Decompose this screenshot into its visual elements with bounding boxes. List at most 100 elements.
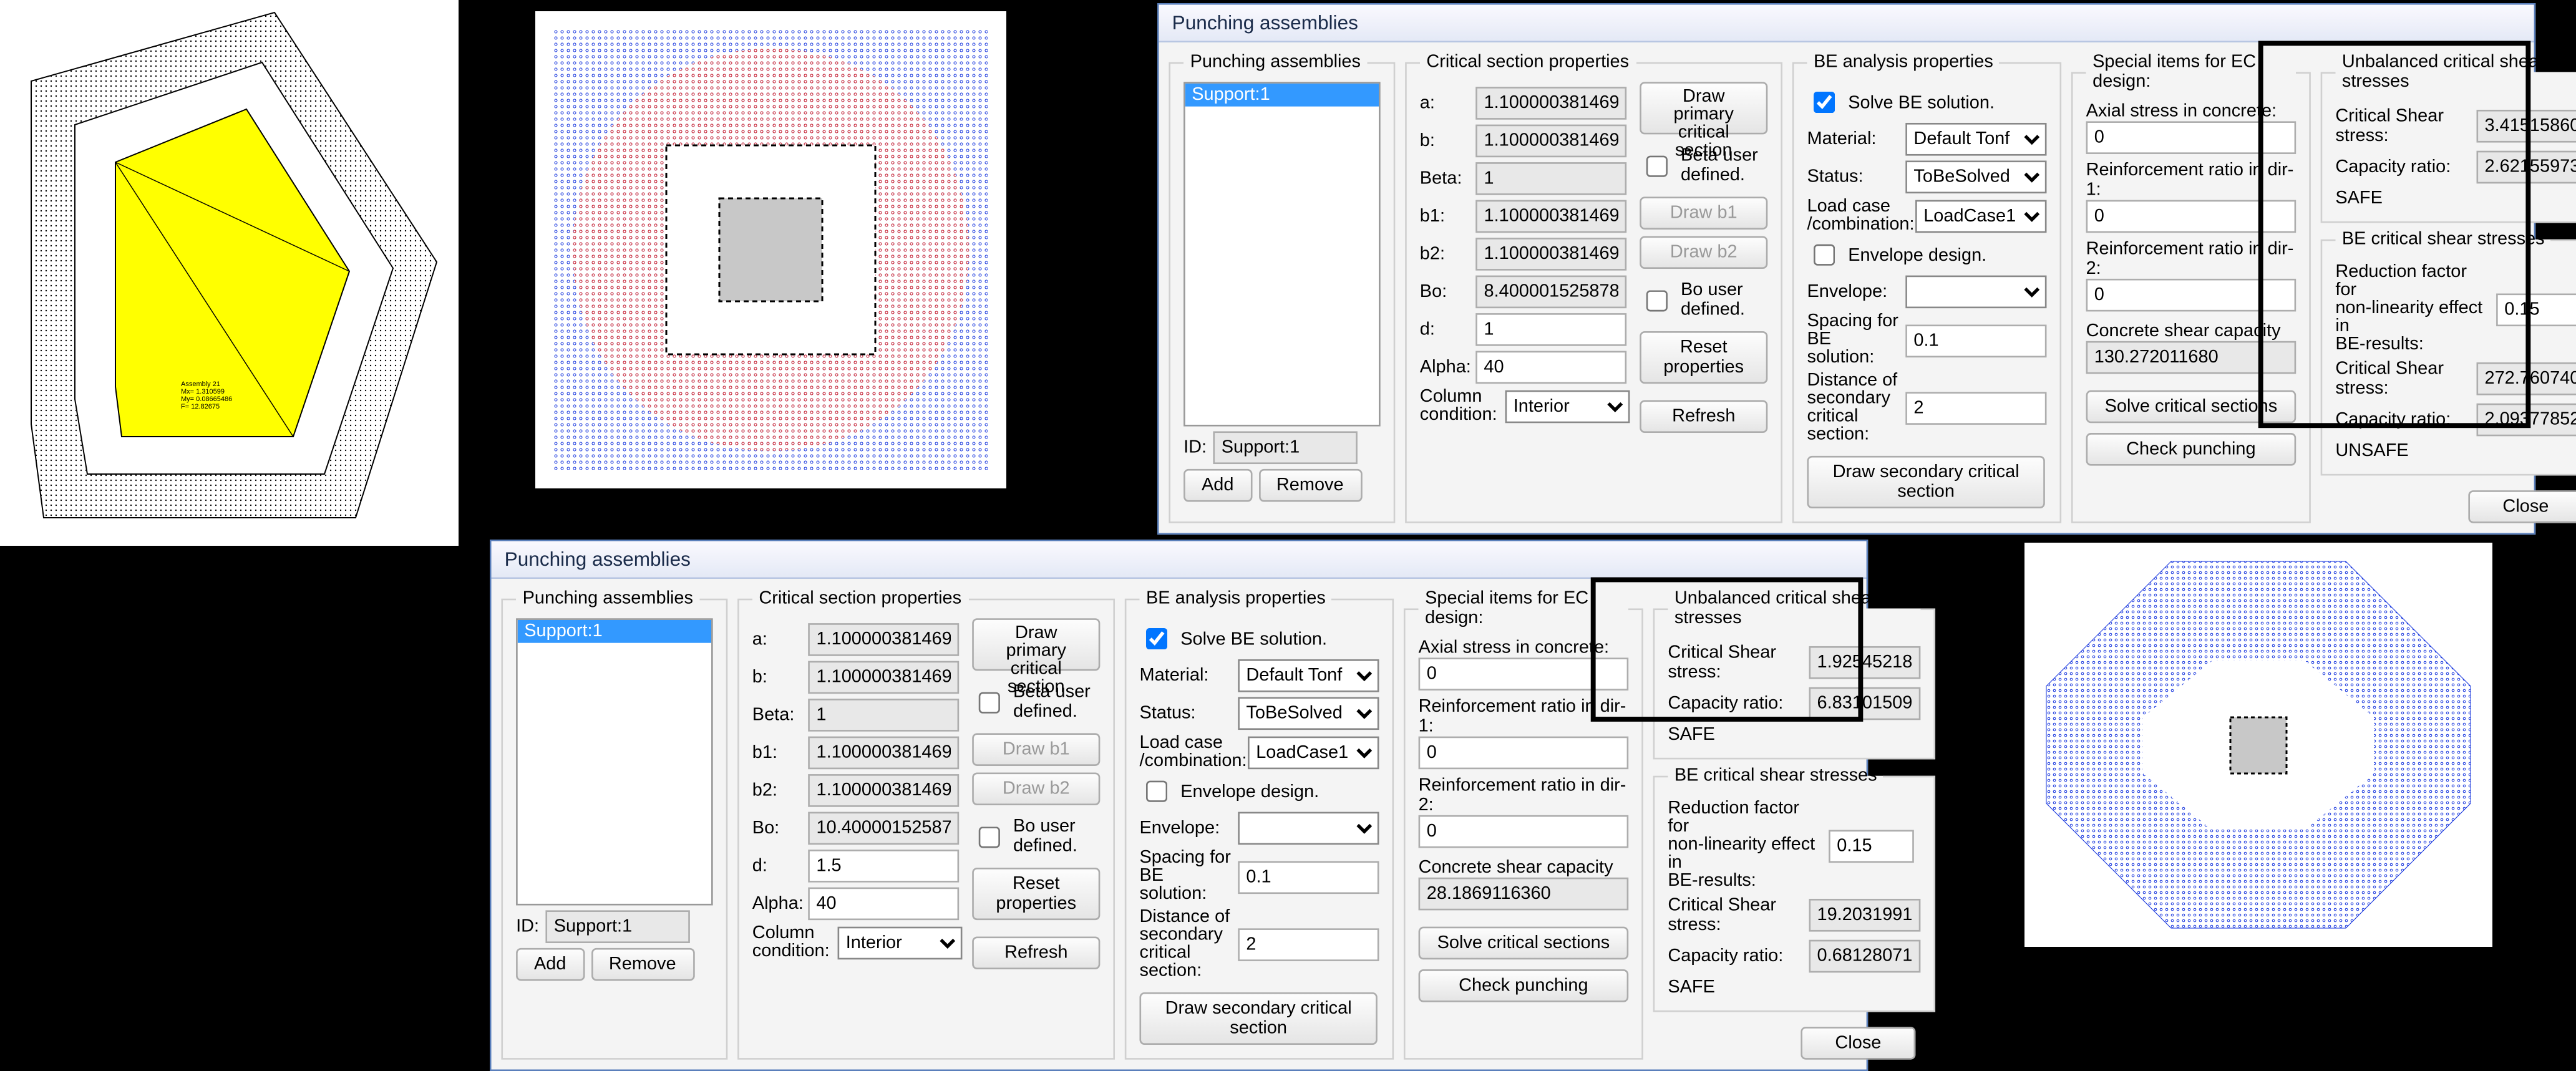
- solve-be-checkbox[interactable]: Solve BE solution.: [1139, 623, 1379, 654]
- refresh-button[interactable]: Refresh: [1640, 400, 1767, 433]
- bo-field[interactable]: [808, 812, 959, 845]
- draw-secondary-button[interactable]: Draw secondary critical section: [1807, 456, 2044, 508]
- assembly-item[interactable]: Support:1: [518, 620, 711, 643]
- axial-label: Axial stress in concrete:: [2086, 102, 2277, 122]
- bo-label: Bo:: [752, 818, 802, 838]
- bo-user-defined-checkbox[interactable]: Bo user defined.: [1640, 280, 1767, 319]
- csc-label: Concrete shear capacity: [2086, 321, 2281, 341]
- a-label: a:: [752, 630, 802, 650]
- alpha-field[interactable]: [808, 888, 959, 921]
- dialog-title: Punching assemblies: [492, 541, 1867, 579]
- distance-field[interactable]: [1238, 928, 1379, 961]
- becrit-cap-field: [1809, 940, 1921, 973]
- csc-field: [2086, 341, 2297, 374]
- axial-field[interactable]: [2086, 121, 2297, 154]
- column-condition-label: Column condition:: [1420, 389, 1499, 425]
- bo-field[interactable]: [1475, 276, 1626, 309]
- column-condition-label: Column condition:: [752, 925, 831, 961]
- status-select[interactable]: ToBeSolved: [1238, 697, 1379, 730]
- unsafe-text: UNSAFE: [2335, 441, 2408, 461]
- loadcase-label: Load case/combination:: [1807, 198, 1908, 235]
- refresh-button[interactable]: Refresh: [972, 936, 1100, 969]
- b-field[interactable]: [808, 661, 959, 694]
- beta-field[interactable]: [1475, 162, 1626, 195]
- reinf2-label: Reinforcement ratio in dir-2:: [1419, 776, 1629, 815]
- bo-label: Bo:: [1420, 282, 1469, 302]
- b-field[interactable]: [1475, 125, 1626, 158]
- draw-b2-button: Draw b2: [972, 772, 1100, 805]
- assemblies-listbox[interactable]: Support:1: [516, 618, 713, 905]
- d-field[interactable]: [808, 850, 959, 883]
- beta-user-defined-checkbox[interactable]: Beta user defined.: [1640, 146, 1767, 185]
- distance-field[interactable]: [1905, 392, 2046, 425]
- beta-label: Beta:: [1420, 169, 1469, 189]
- rf-field[interactable]: [1829, 829, 1914, 862]
- loadcase-select[interactable]: LoadCase1: [1248, 737, 1379, 770]
- assembly-polygon-diagram: Assembly 21 Mx= 1.310599 My= 0.08665486 …: [0, 0, 459, 546]
- reinf1-label: Reinforcement ratio in dir-1:: [2086, 160, 2297, 200]
- spacing-field[interactable]: [1238, 860, 1379, 893]
- assembly-item[interactable]: Support:1: [1185, 84, 1379, 107]
- reinf1-field[interactable]: [1419, 737, 1629, 770]
- b2-field[interactable]: [1475, 238, 1626, 271]
- cap-label: Capacity ratio:: [1668, 694, 1802, 714]
- add-button[interactable]: Add: [1184, 469, 1252, 502]
- reset-properties-button[interactable]: Reset properties: [972, 868, 1100, 920]
- add-button[interactable]: Add: [516, 948, 584, 981]
- rf-field[interactable]: [2496, 293, 2576, 326]
- spacing-field[interactable]: [1905, 324, 2046, 357]
- draw-primary-button[interactable]: Draw primary critical section: [1640, 82, 1767, 134]
- safe-text: SAFE: [1668, 725, 1715, 745]
- axial-field[interactable]: [1419, 657, 1629, 691]
- material-select[interactable]: Default Tonf: [1238, 659, 1379, 692]
- envelope-select[interactable]: [1238, 812, 1379, 845]
- distance-label: Distance ofsecondarycritical section:: [1807, 372, 1898, 445]
- remove-button[interactable]: Remove: [1258, 469, 1362, 502]
- reinf2-field[interactable]: [1419, 815, 1629, 848]
- b2-field[interactable]: [808, 774, 959, 807]
- solve-critical-button[interactable]: Solve critical sections: [2086, 390, 2297, 424]
- envelope-design-checkbox[interactable]: Envelope design.: [1807, 240, 2046, 271]
- beta-user-defined-checkbox[interactable]: Beta user defined.: [972, 682, 1100, 722]
- column-condition-select[interactable]: Interior: [1505, 390, 1630, 424]
- assemblies-listbox[interactable]: Support:1: [1184, 82, 1381, 426]
- envelope-select[interactable]: [1905, 276, 2046, 309]
- b1-field[interactable]: [1475, 200, 1626, 233]
- draw-secondary-button[interactable]: Draw secondary critical section: [1139, 992, 1377, 1045]
- draw-b1-button: Draw b1: [1640, 196, 1767, 230]
- reset-properties-button[interactable]: Reset properties: [1640, 331, 1767, 384]
- close-button[interactable]: Close: [1801, 1027, 1915, 1060]
- remove-button[interactable]: Remove: [591, 948, 694, 981]
- id-field[interactable]: [1213, 431, 1358, 464]
- alpha-label: Alpha:: [752, 894, 802, 914]
- alpha-field[interactable]: [1475, 351, 1626, 384]
- bo-user-defined-checkbox[interactable]: Bo user defined.: [972, 817, 1100, 856]
- safe-text: SAFE: [1668, 977, 1715, 997]
- solve-be-checkbox[interactable]: Solve BE solution.: [1807, 87, 2046, 118]
- envelope-design-checkbox[interactable]: Envelope design.: [1139, 776, 1379, 807]
- check-punching-button[interactable]: Check punching: [1419, 969, 1629, 1002]
- becrit-css-label: Critical Shear stress:: [1668, 896, 1802, 935]
- column-condition-select[interactable]: Interior: [838, 927, 963, 960]
- draw-primary-button[interactable]: Draw primary critical section: [972, 618, 1100, 671]
- beta-field[interactable]: [808, 699, 959, 732]
- status-select[interactable]: ToBeSolved: [1905, 160, 2046, 193]
- material-select[interactable]: Default Tonf: [1905, 123, 2046, 156]
- a-field[interactable]: [1475, 87, 1626, 120]
- loadcase-select[interactable]: LoadCase1: [1915, 200, 2046, 233]
- b1-field[interactable]: [808, 737, 959, 770]
- solve-critical-button[interactable]: Solve critical sections: [1419, 927, 1629, 960]
- d-field[interactable]: [1475, 313, 1626, 346]
- cap-field: [1809, 687, 1921, 720]
- reinf1-field[interactable]: [2086, 200, 2297, 233]
- close-button[interactable]: Close: [2468, 490, 2576, 523]
- becrit-cap-label: Capacity ratio:: [2335, 410, 2470, 430]
- d-label: d:: [752, 856, 802, 876]
- b-label: b:: [1420, 131, 1469, 151]
- id-field[interactable]: [546, 910, 690, 943]
- id-label: ID:: [1184, 438, 1207, 458]
- reinf2-field[interactable]: [2086, 279, 2297, 312]
- envelope-label: Envelope:: [1139, 818, 1231, 838]
- check-punching-button[interactable]: Check punching: [2086, 433, 2297, 466]
- a-field[interactable]: [808, 623, 959, 656]
